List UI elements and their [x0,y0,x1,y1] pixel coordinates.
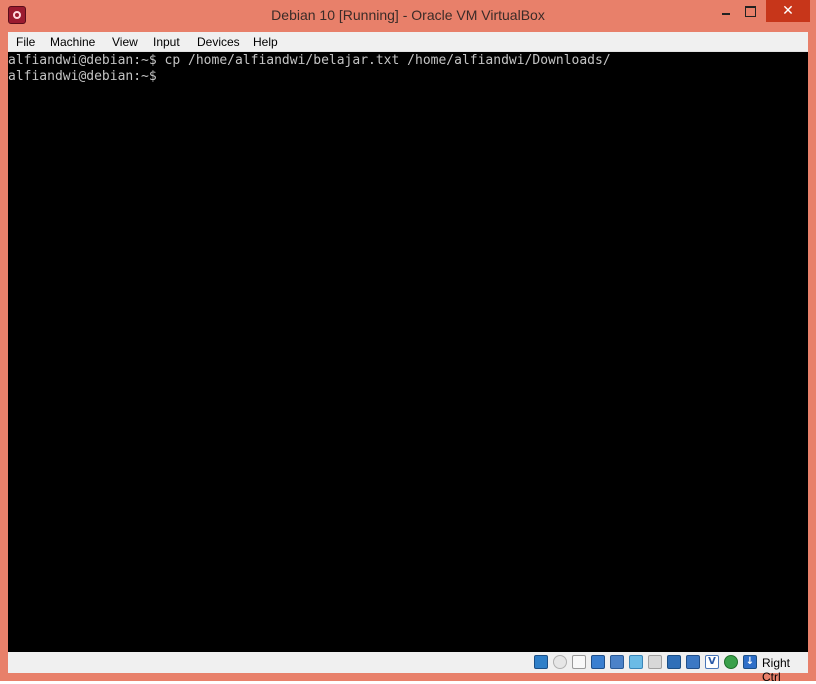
guest-terminal-screen[interactable]: alfiandwi@debian:~$ cp /home/alfiandwi/b… [8,52,808,652]
title-bar[interactable]: Debian 10 [Running] - Oracle VM VirtualB… [0,0,816,32]
menu-machine[interactable]: Machine [50,35,95,49]
menu-view[interactable]: View [112,35,138,49]
shared-folders-icon[interactable] [629,655,643,669]
menu-devices[interactable]: Devices [197,35,240,49]
maximize-button[interactable] [738,0,762,22]
menu-help[interactable]: Help [253,35,278,49]
minimize-button[interactable] [714,0,738,22]
network-icon[interactable] [591,655,605,669]
menu-input[interactable]: Input [153,35,180,49]
cpu-icon[interactable]: V [705,655,719,669]
keyboard-capture-icon[interactable]: ↓ [743,655,757,669]
hard-disk-icon[interactable] [534,655,548,669]
menu-bar: File Machine View Input Devices Help [8,32,808,52]
video-capture-icon[interactable] [667,655,681,669]
vm-client-area: File Machine View Input Devices Help alf… [8,32,808,684]
mouse-integration-icon[interactable] [724,655,738,669]
optical-drive-icon[interactable] [553,655,567,669]
audio-icon[interactable] [572,655,586,669]
close-icon: ✕ [782,3,794,19]
usb-icon[interactable] [610,655,624,669]
display-icon[interactable] [648,655,662,669]
minimize-icon [722,13,730,15]
terminal-line: alfiandwi@debian:~$ [8,69,157,84]
close-button[interactable]: ✕ [766,0,810,22]
maximize-icon [745,6,756,17]
virtualization-icon[interactable] [686,655,700,669]
terminal-line: alfiandwi@debian:~$ cp /home/alfiandwi/b… [8,53,611,68]
virtualbox-window: Debian 10 [Running] - Oracle VM VirtualB… [0,0,816,684]
host-key-label[interactable]: Right Ctrl [762,656,808,684]
menu-file[interactable]: File [16,35,35,49]
window-title: Debian 10 [Running] - Oracle VM VirtualB… [271,7,545,23]
status-bar: V ↓ Right Ctrl [8,652,808,684]
